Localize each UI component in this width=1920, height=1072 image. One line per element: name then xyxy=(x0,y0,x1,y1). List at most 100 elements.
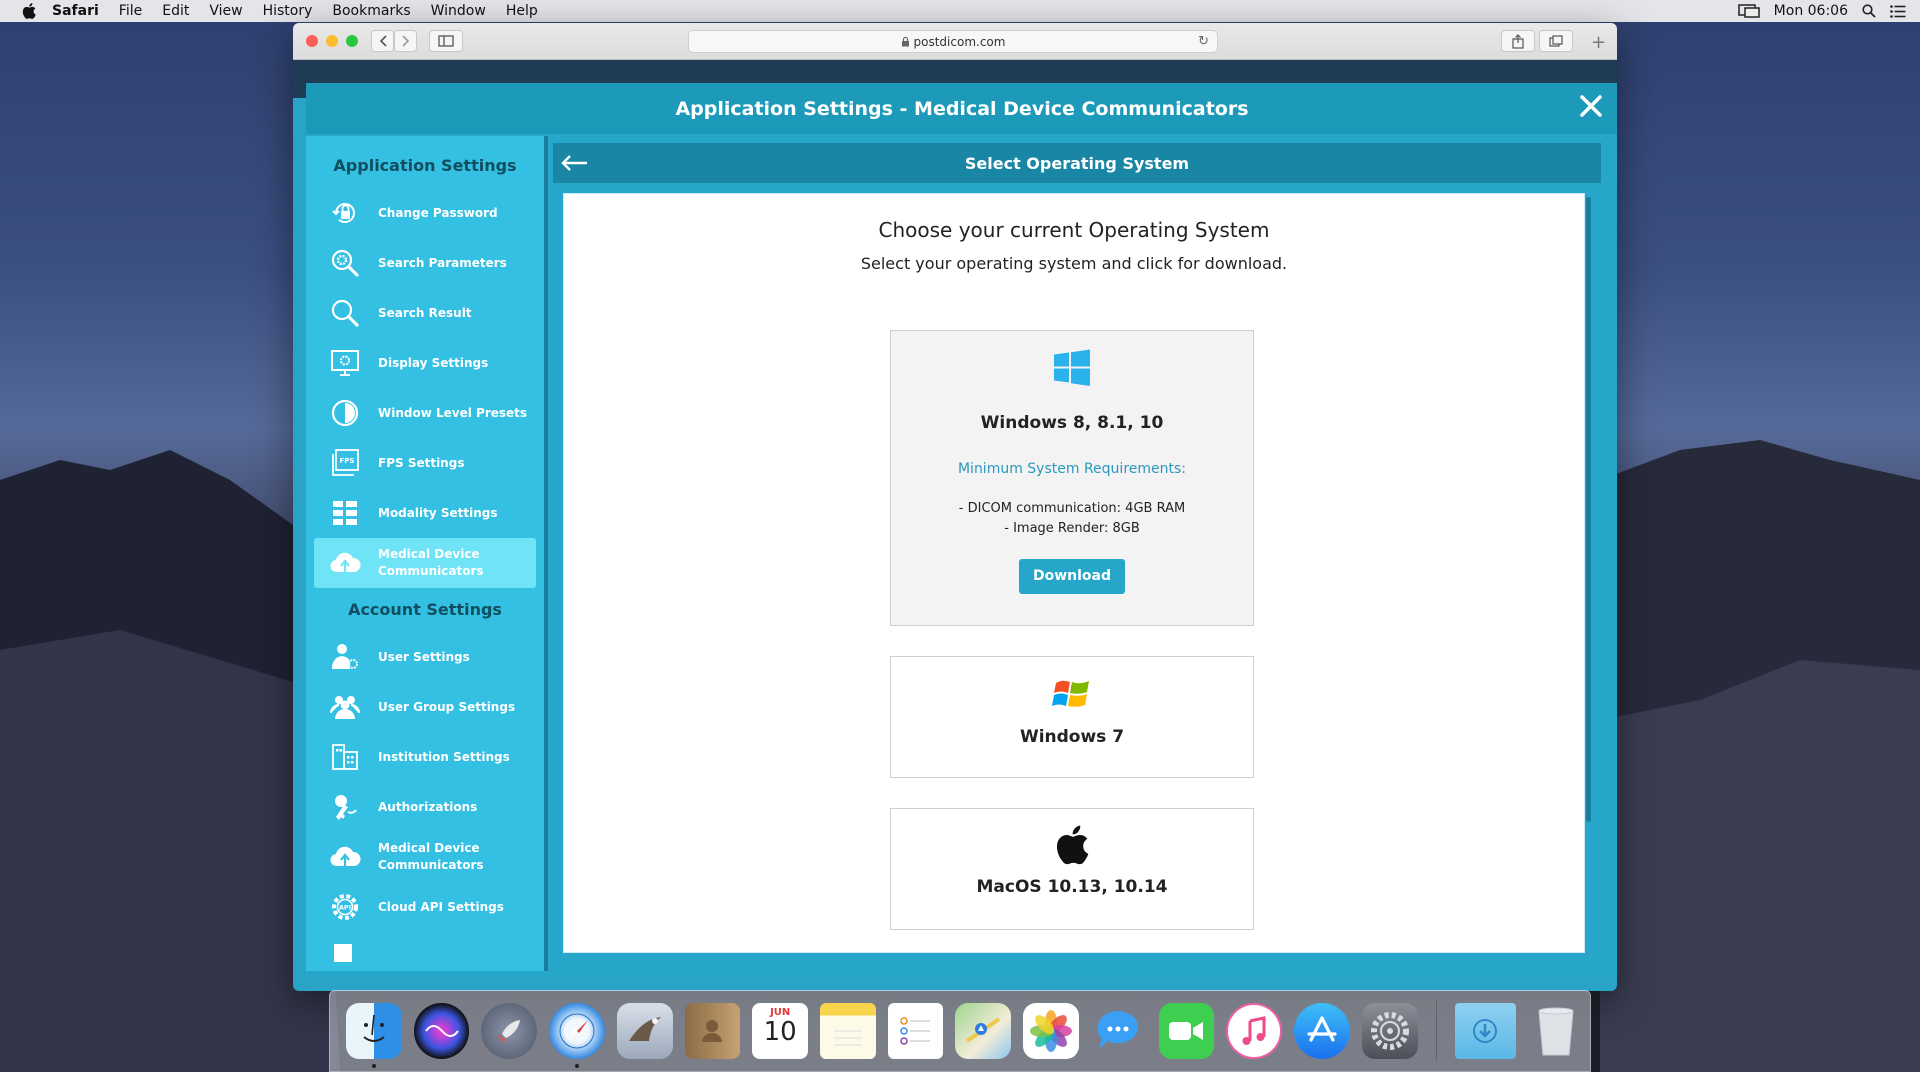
menu-app-name[interactable]: Safari xyxy=(42,3,109,19)
music-note-icon xyxy=(1242,1016,1266,1045)
sidebar-item-user-settings[interactable]: User Settings xyxy=(314,632,536,682)
sidebar-item-change-password[interactable]: Change Password xyxy=(314,188,536,238)
sidebar-item-modality-settings[interactable]: Modality Settings xyxy=(314,488,536,538)
sidebar-item-label: Modality Settings xyxy=(378,505,498,520)
dock-notes[interactable] xyxy=(820,1003,876,1059)
sidebar-item-label: Change Password xyxy=(378,205,498,220)
os-heading: Choose your current Operating System xyxy=(878,218,1270,242)
window-close-button[interactable] xyxy=(306,35,318,47)
tabs-overview-button[interactable] xyxy=(1539,30,1573,52)
sidebar-item-label: Institution Settings xyxy=(378,749,510,764)
dock-calendar[interactable]: JUN 10 xyxy=(752,1003,809,1059)
settings-sidebar: Application Settings Change Password Sea… xyxy=(306,136,544,971)
back-arrow-icon[interactable] xyxy=(559,151,589,175)
lock-icon xyxy=(901,36,909,47)
url-text: postdicom.com xyxy=(913,34,1006,49)
sidebar-item-medical-device-communicators[interactable]: Medical Device Communicators xyxy=(314,538,536,588)
search-gear-icon xyxy=(328,246,362,280)
menu-bookmarks[interactable]: Bookmarks xyxy=(322,3,420,19)
menu-window[interactable]: Window xyxy=(421,3,496,19)
sidebar-item-fps-settings[interactable]: FPS FPS Settings xyxy=(314,438,536,488)
dock-itunes[interactable] xyxy=(1226,1003,1283,1059)
address-bar[interactable]: postdicom.com ↻ xyxy=(688,30,1218,53)
requirement-line: - Image Render: 8GB xyxy=(1004,521,1140,536)
sidebar-item-partial xyxy=(314,932,536,962)
sidebar-scrollbar[interactable] xyxy=(544,136,548,971)
content-header: Select Operating System xyxy=(553,143,1601,183)
grid-icon xyxy=(328,496,362,530)
dock-photos[interactable] xyxy=(1023,1003,1079,1059)
dock-maps[interactable] xyxy=(955,1003,1012,1059)
running-indicator xyxy=(372,1064,376,1068)
gear-icon xyxy=(1370,1012,1409,1050)
safari-window: postdicom.com ↻ + Application Settings -… xyxy=(293,23,1617,991)
menu-edit[interactable]: Edit xyxy=(152,3,199,19)
sidebar-item-window-level-presets[interactable]: Window Level Presets xyxy=(314,388,536,438)
main-content: Select Operating System Choose your curr… xyxy=(553,143,1601,971)
share-button[interactable] xyxy=(1501,30,1535,52)
os-card-windows-10[interactable]: Windows 8, 8.1, 10 Minimum System Requir… xyxy=(890,330,1254,626)
sidebar-item-user-group-settings[interactable]: User Group Settings xyxy=(314,682,536,732)
app-settings-heading: Application Settings xyxy=(333,156,517,175)
menu-help[interactable]: Help xyxy=(496,3,548,19)
sidebar-item-cloud-api-settings[interactable]: API Cloud API Settings xyxy=(314,882,536,932)
close-icon[interactable] xyxy=(1578,93,1604,119)
rocket-icon xyxy=(497,1020,521,1043)
window-zoom-button[interactable] xyxy=(346,35,358,47)
chevron-right-icon xyxy=(401,35,409,47)
browser-back-button[interactable] xyxy=(371,30,394,52)
window-minimize-button[interactable] xyxy=(326,35,338,47)
document-icon xyxy=(328,930,362,964)
trash-icon xyxy=(1538,1007,1574,1056)
download-folder-icon xyxy=(1473,1019,1498,1043)
sidebar-item-search-parameters[interactable]: Search Parameters xyxy=(314,238,536,288)
svg-text:FPS: FPS xyxy=(340,457,355,465)
dock-mail[interactable] xyxy=(616,1003,673,1059)
reload-icon[interactable]: ↻ xyxy=(1198,34,1209,49)
browser-forward-button[interactable] xyxy=(394,30,417,52)
sidebar-item-display-settings[interactable]: Display Settings xyxy=(314,338,536,388)
sidebar-item-institution-settings[interactable]: Institution Settings xyxy=(314,732,536,782)
menu-view[interactable]: View xyxy=(199,3,252,19)
dock-siri[interactable] xyxy=(413,1003,470,1059)
new-tab-button[interactable]: + xyxy=(1591,32,1606,53)
cloud-upload-icon xyxy=(328,840,362,874)
dock-downloads[interactable] xyxy=(1454,1003,1517,1059)
dock-launchpad[interactable] xyxy=(481,1003,538,1059)
apple-menu-icon[interactable] xyxy=(22,3,36,19)
sidebar-item-label: User Settings xyxy=(378,649,470,664)
api-gear-icon: API xyxy=(328,890,362,924)
dock-safari[interactable] xyxy=(549,1003,605,1068)
sidebar-item-label: Search Parameters xyxy=(378,255,507,270)
fps-icon: FPS xyxy=(328,446,362,480)
spotlight-search-icon[interactable] xyxy=(1862,4,1876,18)
dock-system-preferences[interactable] xyxy=(1361,1003,1418,1059)
os-card-macos[interactable]: MacOS 10.13, 10.14 xyxy=(890,808,1254,930)
dock-app-store[interactable] xyxy=(1294,1003,1350,1059)
menu-clock[interactable]: Mon 06:06 xyxy=(1774,3,1848,19)
os-subheading: Select your operating system and click f… xyxy=(860,254,1288,273)
dock-finder[interactable] xyxy=(346,1003,402,1068)
os-name: Windows 7 xyxy=(1019,727,1125,747)
sidebar-icon xyxy=(438,35,454,47)
sidebar-item-search-result[interactable]: Search Result xyxy=(314,288,536,338)
dock-reminders[interactable] xyxy=(887,1003,944,1059)
dock-facetime[interactable] xyxy=(1158,1003,1215,1059)
sidebar-item-medical-device-communicators-account[interactable]: Medical Device Communicators xyxy=(314,832,536,882)
sidebar-item-authorizations[interactable]: Authorizations xyxy=(314,782,536,832)
os-name: Windows 8, 8.1, 10 xyxy=(980,413,1164,433)
dock-contacts[interactable] xyxy=(684,1003,741,1059)
download-button[interactable]: Download xyxy=(1018,559,1126,594)
sidebar-item-label: Search Result xyxy=(378,305,472,320)
dock-messages[interactable] xyxy=(1091,1003,1147,1059)
os-card-windows-7[interactable]: Windows 7 xyxy=(890,656,1254,778)
notification-center-icon[interactable] xyxy=(1890,4,1906,18)
mail-eagle-icon xyxy=(628,1017,661,1041)
display-mirroring-icon[interactable] xyxy=(1737,4,1760,18)
dock-trash[interactable] xyxy=(1528,1003,1584,1059)
menu-history[interactable]: History xyxy=(253,3,323,19)
chevron-left-icon xyxy=(379,35,387,47)
sidebar-toggle-button[interactable] xyxy=(429,30,463,52)
menu-file[interactable]: File xyxy=(109,3,152,19)
panel-scrollbar[interactable] xyxy=(1586,197,1591,822)
